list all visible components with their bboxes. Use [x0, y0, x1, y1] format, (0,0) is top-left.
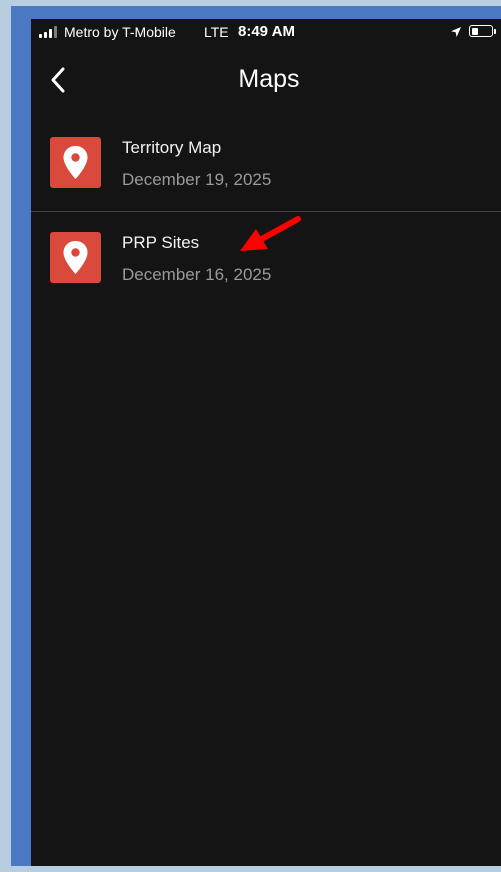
- status-bar: Metro by T-Mobile LTE 8:49 AM: [31, 19, 501, 45]
- map-pin-icon: [50, 137, 101, 188]
- network-type: LTE: [204, 24, 229, 40]
- signal-strength-icon: [39, 26, 59, 38]
- map-date: December 16, 2025: [122, 265, 272, 284]
- list-item[interactable]: Territory Map December 19, 2025: [31, 127, 501, 222]
- clock: 8:49 AM: [238, 23, 295, 40]
- location-arrow-icon: [451, 27, 461, 37]
- phone-screen: Metro by T-Mobile LTE 8:49 AM Maps Terri…: [31, 19, 501, 866]
- divider: [31, 211, 501, 212]
- map-title: PRP Sites: [122, 233, 200, 252]
- carrier-name: Metro by T-Mobile: [64, 24, 176, 40]
- map-date: December 19, 2025: [122, 170, 272, 189]
- page-title: Maps: [238, 65, 300, 93]
- battery-tip: [494, 29, 496, 34]
- navigation-bar: Maps: [31, 49, 501, 113]
- battery-icon: [469, 25, 493, 37]
- battery-level: [471, 27, 478, 35]
- device-frame: Metro by T-Mobile LTE 8:49 AM Maps Terri…: [11, 6, 501, 866]
- map-pin-icon: [50, 232, 101, 283]
- map-title: Territory Map: [122, 138, 222, 157]
- red-arrow-icon: [240, 216, 301, 251]
